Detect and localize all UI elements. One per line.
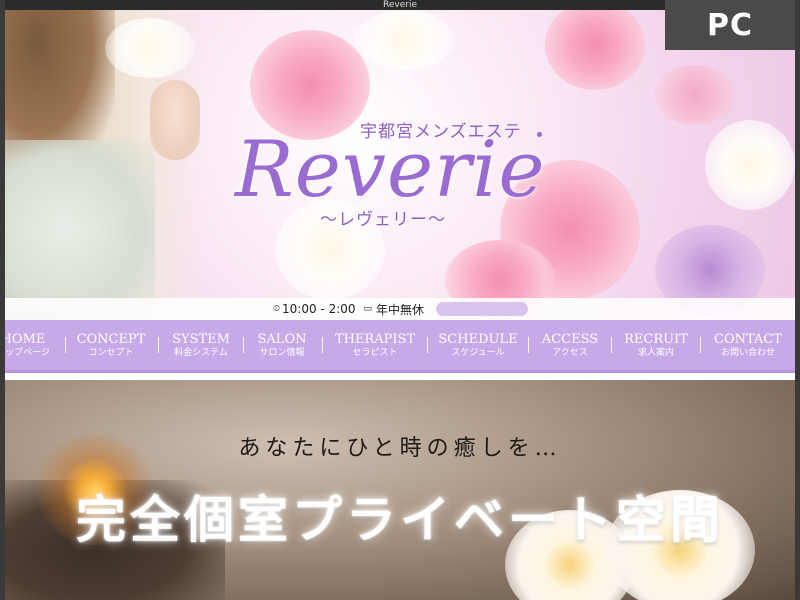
concept-banner: あなたにひと時の癒しを… 完全個室プライベート空間 <box>5 380 795 600</box>
nav-divider <box>528 337 529 353</box>
decor-flower <box>545 10 645 90</box>
nav-item-concept[interactable]: CONCEPT コンセプト <box>76 325 146 365</box>
nav-divider <box>427 337 428 353</box>
nav-label-en: RECRUIT <box>624 331 688 347</box>
nav-label-en: THERAPIST <box>334 331 416 347</box>
nav-label-jp: 求人案内 <box>637 347 674 358</box>
pc-badge: PC <box>665 0 795 50</box>
nav-label-jp: セラピスト <box>352 347 398 358</box>
nav-label-jp: コンセプト <box>88 347 134 358</box>
nav-divider <box>65 337 66 353</box>
decor-flower <box>355 10 455 70</box>
nav-label-en: SALON <box>257 331 307 347</box>
model-hand <box>150 80 200 160</box>
global-nav: HOME トップページ CONCEPT コンセプト SYSTEM 料金システム … <box>5 320 795 373</box>
hero-banner: 宇都宮メンズエステ Reverie 〜レヴェリー〜 ⏲ 10:00 - 2:00… <box>5 10 795 320</box>
nav-label-jp: アクセス <box>552 347 588 358</box>
nav-item-system[interactable]: SYSTEM 料金システム <box>171 325 231 365</box>
nav-item-salon[interactable]: SALON サロン情報 <box>256 325 308 365</box>
site-logo[interactable]: 宇都宮メンズエステ Reverie 〜レヴェリー〜 <box>225 105 575 245</box>
nav-label-en: CONTACT <box>714 331 782 347</box>
business-info-bar: ⏲ 10:00 - 2:00 ▭ 年中無休 <box>5 298 795 320</box>
nav-label-en: ACCESS <box>541 331 599 347</box>
logo-kana: 〜レヴェリー〜 <box>320 210 446 230</box>
nav-label-jp: トップページ <box>5 347 50 358</box>
nav-label-en: CONCEPT <box>76 331 146 347</box>
nav-label-en: SYSTEM <box>172 331 230 347</box>
nav-item-home[interactable]: HOME トップページ <box>5 325 50 365</box>
section-gap <box>5 373 795 380</box>
decor-flower <box>655 65 735 125</box>
model-dress <box>5 140 155 320</box>
nav-label-jp: スケジュール <box>451 347 505 358</box>
nav-item-contact[interactable]: CONTACT お問い合わせ <box>714 325 782 365</box>
nav-label-en: HOME <box>5 331 46 347</box>
nav-label-en: SCHEDULE <box>438 331 518 347</box>
business-hours: 10:00 - 2:00 <box>282 302 356 316</box>
banner-headline: 完全個室プライベート空間 <box>76 490 724 549</box>
nav-item-therapist[interactable]: THERAPIST セラピスト <box>334 325 416 365</box>
holiday-text: 年中無休 <box>376 302 425 317</box>
nav-divider <box>243 337 244 353</box>
nav-divider <box>700 337 701 353</box>
browser-frame: Reverie PC 宇都宮メンズエステ Reverie 〜レヴェリー〜 ⏲ 1… <box>5 0 795 600</box>
nav-divider <box>322 337 323 353</box>
nav-label-jp: お問い合わせ <box>720 347 775 358</box>
nav-divider <box>611 337 612 353</box>
nav-divider <box>158 337 159 353</box>
nav-item-recruit[interactable]: RECRUIT 求人案内 <box>624 325 688 365</box>
calendar-icon: ▭ <box>363 304 373 314</box>
nav-label-jp: サロン情報 <box>259 347 305 358</box>
decor-flower <box>705 120 795 210</box>
nav-label-jp: 料金システム <box>174 347 228 358</box>
nav-item-schedule[interactable]: SCHEDULE スケジュール <box>438 325 518 365</box>
decor-flower <box>105 18 195 78</box>
logo-wordmark: Reverie <box>235 125 546 215</box>
info-pill[interactable] <box>436 302 529 316</box>
clock-icon: ⏲ <box>273 304 281 314</box>
banner-tagline: あなたにひと時の癒しを… <box>238 436 562 461</box>
nav-item-access[interactable]: ACCESS アクセス <box>541 325 599 365</box>
